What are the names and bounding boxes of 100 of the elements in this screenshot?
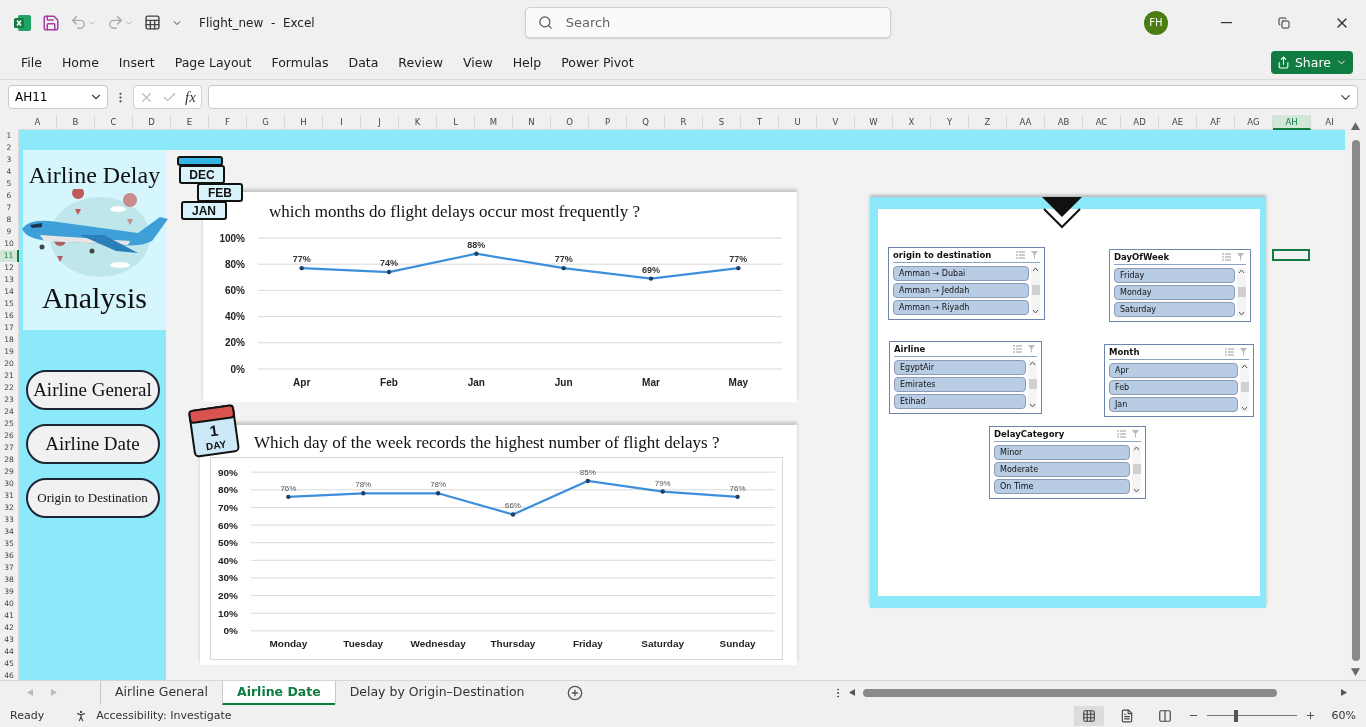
- sheet-tab[interactable]: Delay by Origin–Destination: [334, 680, 539, 705]
- ribbon-tab[interactable]: Formulas: [262, 50, 338, 74]
- slicer-item[interactable]: On Time: [994, 478, 1130, 494]
- column-header[interactable]: J: [361, 114, 399, 130]
- slicer-item[interactable]: Amman → Riyadh: [893, 299, 1029, 315]
- table-icon[interactable]: [144, 14, 161, 31]
- column-header[interactable]: Z: [969, 114, 1007, 130]
- scroll-up-icon[interactable]: [1241, 362, 1248, 369]
- slicer-item[interactable]: Minor: [994, 444, 1130, 460]
- share-button[interactable]: Share: [1270, 50, 1353, 74]
- scrollbar-thumb[interactable]: [1240, 382, 1249, 392]
- ribbon-tab[interactable]: Page Layout: [165, 50, 261, 74]
- ribbon-tab[interactable]: Review: [389, 50, 452, 74]
- column-header[interactable]: K: [399, 114, 437, 130]
- ribbon-tab[interactable]: Power Pivot: [552, 50, 643, 74]
- column-header[interactable]: M: [475, 114, 513, 130]
- column-header[interactable]: N: [513, 114, 551, 130]
- nav-button[interactable]: Airline Date: [25, 423, 160, 464]
- slicer-item[interactable]: Amman → Dubai: [893, 265, 1029, 281]
- save-icon[interactable]: [42, 13, 60, 32]
- slicer-item[interactable]: Apr: [1109, 362, 1238, 378]
- column-header[interactable]: W: [855, 114, 893, 130]
- column-header[interactable]: AE: [1159, 114, 1197, 130]
- scroll-down-icon[interactable]: [1238, 310, 1245, 317]
- nav-button[interactable]: Airline General: [25, 369, 160, 410]
- sheet-tab[interactable]: Airline General: [100, 680, 222, 705]
- redo-icon[interactable]: [107, 14, 124, 31]
- column-header[interactable]: S: [703, 114, 741, 130]
- scroll-up-icon[interactable]: [1032, 265, 1039, 272]
- scrollbar-thumb[interactable]: [1031, 285, 1040, 295]
- slicer-item[interactable]: Jan: [1109, 396, 1238, 412]
- column-header[interactable]: G: [247, 114, 285, 130]
- column-header[interactable]: AF: [1197, 114, 1235, 130]
- column-header[interactable]: I: [323, 114, 361, 130]
- column-header[interactable]: D: [133, 114, 171, 130]
- column-header[interactable]: AA: [1007, 114, 1045, 130]
- user-avatar[interactable]: FH: [1144, 10, 1168, 35]
- slicer-item[interactable]: Amman → Jeddah: [893, 282, 1029, 298]
- column-header[interactable]: L: [437, 114, 475, 130]
- column-header[interactable]: H: [285, 114, 323, 130]
- ribbon-tab[interactable]: File: [12, 50, 51, 74]
- slicer-item[interactable]: Moderate: [994, 461, 1130, 477]
- column-header[interactable]: Q: [627, 114, 665, 130]
- slicer-item[interactable]: Friday: [1114, 267, 1235, 283]
- column-header[interactable]: V: [817, 114, 855, 130]
- accessibility-status[interactable]: Accessibility: Investigate: [96, 709, 232, 723]
- scroll-right-icon[interactable]: [1341, 689, 1348, 696]
- ribbon-tab[interactable]: Help: [503, 50, 551, 74]
- scroll-down-icon[interactable]: [1029, 402, 1036, 409]
- column-header[interactable]: AD: [1121, 114, 1159, 130]
- normal-view-button[interactable]: [1073, 705, 1104, 726]
- scroll-down-icon[interactable]: [1351, 666, 1360, 676]
- add-sheet-icon[interactable]: [566, 684, 583, 701]
- name-box[interactable]: AH11: [8, 85, 108, 110]
- scroll-up-icon[interactable]: [1029, 359, 1036, 366]
- scroll-down-icon[interactable]: [1032, 308, 1039, 315]
- scroll-left-icon[interactable]: [848, 689, 855, 696]
- column-header[interactable]: AC: [1083, 114, 1121, 130]
- slicer-item[interactable]: Monday: [1114, 284, 1235, 300]
- column-header[interactable]: Y: [931, 114, 969, 130]
- slicer-item[interactable]: Etihad: [894, 393, 1026, 409]
- ribbon-tab[interactable]: Home: [52, 50, 108, 74]
- scroll-up-icon[interactable]: [1238, 267, 1245, 274]
- scrollbar-thumb[interactable]: [1028, 379, 1037, 389]
- column-header[interactable]: AH: [1273, 114, 1311, 130]
- scroll-up-icon[interactable]: [1133, 444, 1140, 451]
- column-header[interactable]: C: [95, 114, 133, 130]
- clear-filter-icon[interactable]: [1237, 252, 1246, 261]
- insert-function-button[interactable]: fx: [185, 88, 196, 106]
- ribbon-tab[interactable]: Insert: [109, 50, 164, 74]
- scroll-up-icon[interactable]: [1351, 120, 1360, 130]
- ribbon-tab[interactable]: Data: [339, 50, 388, 74]
- chevron-down-icon[interactable]: [1040, 196, 1084, 229]
- nav-button[interactable]: Origin to Destination: [25, 477, 160, 518]
- column-header[interactable]: X: [893, 114, 931, 130]
- zoom-in-icon[interactable]: [1304, 710, 1316, 722]
- scrollbar-thumb[interactable]: [1237, 287, 1246, 297]
- column-header[interactable]: AG: [1235, 114, 1273, 130]
- scroll-down-icon[interactable]: [1133, 487, 1140, 494]
- slicer-item[interactable]: Emirates: [894, 376, 1026, 392]
- ribbon-tab[interactable]: View: [453, 50, 502, 74]
- column-header[interactable]: A: [19, 114, 57, 130]
- column-header[interactable]: B: [57, 114, 95, 130]
- slicer-item[interactable]: EgyptAir: [894, 359, 1026, 375]
- sheet-tab[interactable]: Airline Date: [221, 680, 335, 705]
- column-header[interactable]: R: [665, 114, 703, 130]
- column-header[interactable]: U: [779, 114, 817, 130]
- undo-icon[interactable]: [70, 14, 87, 31]
- scrollbar-thumb[interactable]: [1132, 464, 1141, 474]
- column-header[interactable]: O: [551, 114, 589, 130]
- column-header[interactable]: AB: [1045, 114, 1083, 130]
- column-header[interactable]: E: [171, 114, 209, 130]
- slicer-item[interactable]: Saturday: [1114, 301, 1235, 317]
- clear-filter-icon[interactable]: [1031, 250, 1040, 259]
- clear-filter-icon[interactable]: [1240, 347, 1249, 356]
- slicer-item[interactable]: Feb: [1109, 379, 1238, 395]
- search-field[interactable]: Search: [524, 7, 891, 38]
- scroll-down-icon[interactable]: [1241, 405, 1248, 412]
- column-header[interactable]: P: [589, 114, 627, 130]
- spreadsheet-logo-icon[interactable]: [14, 13, 32, 32]
